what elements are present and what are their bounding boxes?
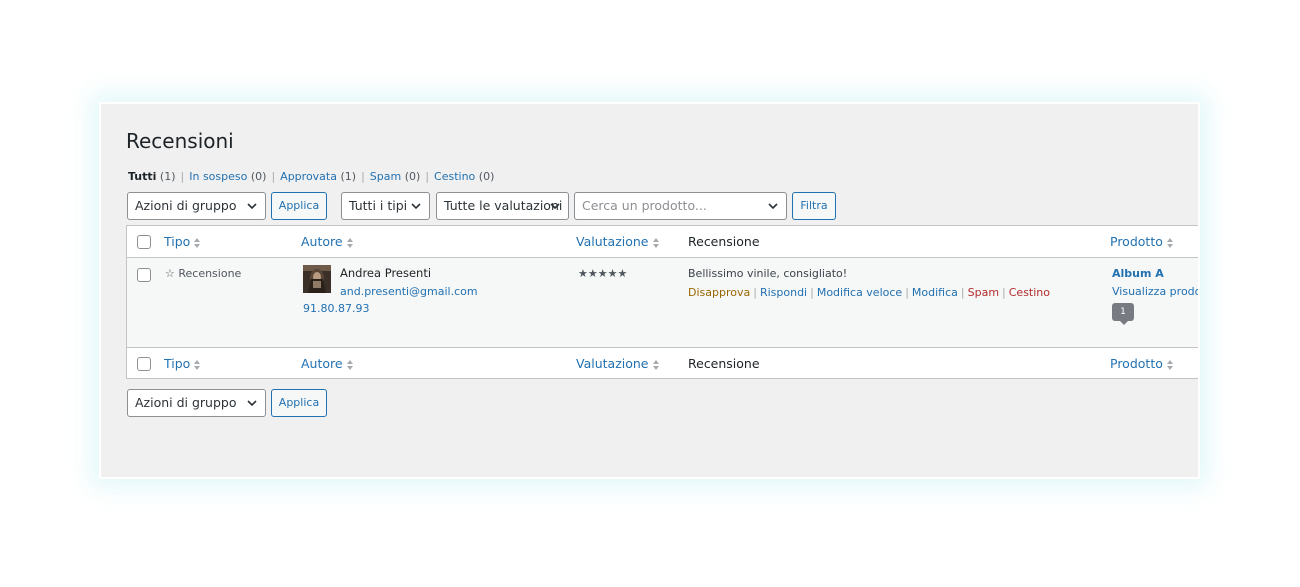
column-author-label: Autore bbox=[301, 356, 343, 371]
author-email[interactable]: and.presenti@gmail.com bbox=[340, 285, 478, 298]
filter-trash-count: (0) bbox=[478, 170, 495, 183]
table-footer: Tipo Autore Valutazione Recensione Prodo… bbox=[127, 347, 1198, 379]
select-all-checkbox-footer[interactable] bbox=[137, 357, 151, 371]
filter-spam[interactable]: Spam (0) bbox=[370, 170, 421, 183]
apply-button-bottom[interactable]: Applica bbox=[271, 389, 327, 417]
sort-icon bbox=[1166, 359, 1173, 370]
product-search-select[interactable]: Cerca un prodotto... bbox=[574, 192, 787, 220]
review-count: 1 bbox=[1120, 307, 1126, 317]
author-name: Andrea Presenti bbox=[340, 266, 432, 280]
column-rating[interactable]: Valutazione bbox=[576, 234, 660, 250]
bubble-tail bbox=[1120, 321, 1128, 325]
chevron-down-icon bbox=[550, 203, 560, 210]
status-filter-links: Tutti (1) | In sospeso (0) | Approvata (1) | S… bbox=[128, 170, 494, 183]
column-author-footer[interactable]: Autore bbox=[301, 356, 354, 372]
view-product-link[interactable]: Visualizza prodotto bbox=[1112, 285, 1198, 298]
product-search-placeholder: Cerca un prodotto... bbox=[582, 198, 707, 213]
rating-stars: ★★★★★ bbox=[578, 267, 628, 280]
chevron-down-icon bbox=[411, 203, 421, 210]
filter-approved-count: (1) bbox=[340, 170, 357, 183]
column-product-footer[interactable]: Prodotto bbox=[1110, 356, 1174, 372]
column-rating-footer[interactable]: Valutazione bbox=[576, 356, 660, 372]
quick-edit-link[interactable]: Modifica veloce bbox=[817, 286, 902, 299]
sort-icon bbox=[346, 359, 353, 370]
row-checkbox[interactable] bbox=[137, 268, 151, 282]
unapprove-link[interactable]: Disapprova bbox=[688, 286, 750, 299]
sort-icon bbox=[194, 237, 201, 248]
sort-icon bbox=[194, 359, 201, 370]
select-all-checkbox[interactable] bbox=[137, 235, 151, 249]
trash-link[interactable]: Cestino bbox=[1009, 286, 1050, 299]
row-actions: Disapprova | Rispondi | Modifica veloce | Modi… bbox=[688, 286, 1050, 299]
bulk-actions-select-bottom[interactable]: Azioni di gruppo bbox=[127, 389, 266, 417]
avatar bbox=[303, 265, 331, 293]
bulk-actions-value-bottom: Azioni di gruppo bbox=[135, 395, 237, 410]
type-filter-value: Tutti i tipi bbox=[349, 198, 408, 213]
filter-pending-count: (0) bbox=[250, 170, 267, 183]
column-product-label: Prodotto bbox=[1110, 356, 1163, 371]
table-header: Tipo Autore Valutazione Recensione Prodo… bbox=[127, 226, 1198, 258]
chevron-down-icon bbox=[247, 400, 257, 407]
review-count-bubble[interactable]: 1 bbox=[1112, 303, 1134, 325]
author-ip[interactable]: 91.80.87.93 bbox=[303, 302, 369, 315]
type-filter-select[interactable]: Tutti i tipi bbox=[341, 192, 430, 220]
filter-separator: | bbox=[425, 170, 430, 183]
product-name-link[interactable]: Album A bbox=[1112, 267, 1164, 280]
column-type-label: Tipo bbox=[164, 234, 191, 249]
column-product-label: Prodotto bbox=[1110, 234, 1163, 249]
sort-icon bbox=[652, 237, 659, 248]
filter-trash-label: Cestino bbox=[434, 170, 476, 183]
filter-approved-label: Approvata bbox=[280, 170, 337, 183]
rating-filter-select[interactable]: Tutte le valutazioni bbox=[436, 192, 569, 220]
spam-link[interactable]: Spam bbox=[968, 286, 999, 299]
edit-link[interactable]: Modifica bbox=[912, 286, 958, 299]
review-type: ☆ Recensione bbox=[165, 267, 242, 280]
column-review: Recensione bbox=[688, 234, 760, 249]
filter-all-label: Tutti bbox=[128, 170, 157, 183]
filter-spam-count: (0) bbox=[404, 170, 421, 183]
table-row: ☆ Recensione Andrea Presenti and.present… bbox=[127, 258, 1198, 347]
column-author[interactable]: Autore bbox=[301, 234, 354, 250]
filter-separator: | bbox=[271, 170, 276, 183]
column-review-footer: Recensione bbox=[688, 356, 760, 371]
apply-button-top[interactable]: Applica bbox=[271, 192, 327, 220]
review-text: Bellissimo vinile, consigliato! bbox=[688, 267, 848, 280]
avatar-image bbox=[303, 265, 331, 293]
filter-trash[interactable]: Cestino (0) bbox=[434, 170, 494, 183]
column-type-label: Tipo bbox=[164, 356, 191, 371]
column-rating-label: Valutazione bbox=[576, 356, 649, 371]
column-author-label: Autore bbox=[301, 234, 343, 249]
column-product[interactable]: Prodotto bbox=[1110, 234, 1174, 250]
chevron-down-icon bbox=[768, 203, 778, 210]
reviews-table: Tipo Autore Valutazione Recensione Prodo… bbox=[126, 225, 1198, 379]
sort-icon bbox=[1166, 237, 1173, 248]
column-type-footer[interactable]: Tipo bbox=[164, 356, 201, 372]
column-rating-label: Valutazione bbox=[576, 234, 649, 249]
filter-all-count: (1) bbox=[159, 170, 176, 183]
reply-link[interactable]: Rispondi bbox=[760, 286, 807, 299]
filter-button[interactable]: Filtra bbox=[792, 192, 836, 220]
filter-pending-label: In sospeso bbox=[189, 170, 248, 183]
filter-separator: | bbox=[361, 170, 365, 183]
sort-icon bbox=[346, 237, 353, 248]
page-title: Recensioni bbox=[126, 129, 234, 153]
sort-icon bbox=[652, 359, 659, 370]
bulk-actions-select-top[interactable]: Azioni di gruppo bbox=[127, 192, 266, 220]
reviews-admin-panel: Recensioni Tutti (1) | In sospeso (0) | Appr… bbox=[99, 102, 1200, 479]
filter-all[interactable]: Tutti (1) bbox=[128, 170, 176, 183]
rating-filter-value: Tutte le valutazioni bbox=[444, 198, 563, 213]
column-type[interactable]: Tipo bbox=[164, 234, 201, 250]
chevron-down-icon bbox=[247, 203, 257, 210]
bulk-actions-value: Azioni di gruppo bbox=[135, 198, 237, 213]
filter-separator: | bbox=[180, 170, 185, 183]
filter-approved[interactable]: Approvata (1) bbox=[280, 170, 356, 183]
filter-pending[interactable]: In sospeso (0) bbox=[189, 170, 266, 183]
filter-spam-label: Spam bbox=[369, 170, 402, 183]
